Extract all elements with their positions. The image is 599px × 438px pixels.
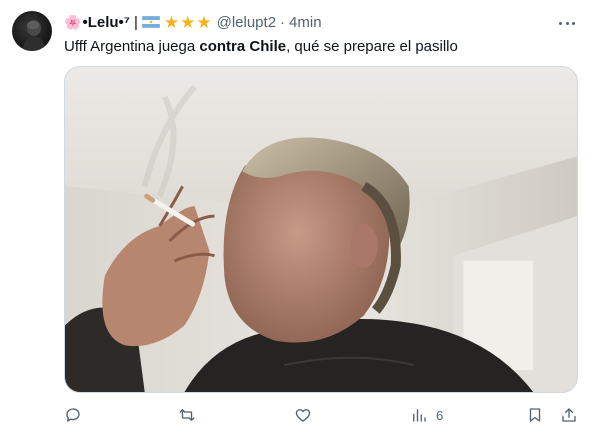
bookmark-icon [529,408,541,422]
name-separator: | [133,13,138,31]
heart-icon [295,409,311,422]
avatar[interactable] [12,11,52,51]
like-button[interactable] [294,404,312,426]
display-name[interactable]: •Lelu•⁷ [82,14,130,31]
share-icon [562,408,576,422]
tweet-header: 🌸 •Lelu•⁷ | ★★★ @lelupt2 · 4min [64,12,322,32]
argentina-flag-icon [141,16,160,28]
views-button[interactable]: 6 [410,404,443,426]
tweet-image[interactable] [64,66,578,393]
tweet-text-plain: Ufff Argentina juega [64,38,200,55]
action-bar: 6 [64,404,584,426]
tweet-text-bold: contra Chile [199,38,287,55]
retweet-button[interactable] [178,404,196,426]
timestamp[interactable]: 4min [289,14,322,31]
reply-icon [66,408,80,422]
flower-emoji: 🌸 [64,14,82,30]
star-emojis: ★★★ [163,12,213,32]
tweet-text-end: , qué se prepare el pasillo [286,38,458,55]
tweet-text: Ufff Argentina juega contra Chile, qué s… [64,37,458,57]
user-handle[interactable]: @lelupt2 [217,14,276,31]
views-count: 6 [436,407,444,423]
dot-separator: · [280,13,286,31]
reply-button[interactable] [64,404,82,426]
retweet-icon [179,409,195,421]
more-options-icon[interactable] [557,13,577,33]
share-button[interactable] [560,404,578,426]
views-icon [413,409,426,422]
tweet[interactable]: 🌸 •Lelu•⁷ | ★★★ @lelupt2 · 4min Ufff Arg… [0,0,599,438]
bookmark-button[interactable] [526,404,544,426]
